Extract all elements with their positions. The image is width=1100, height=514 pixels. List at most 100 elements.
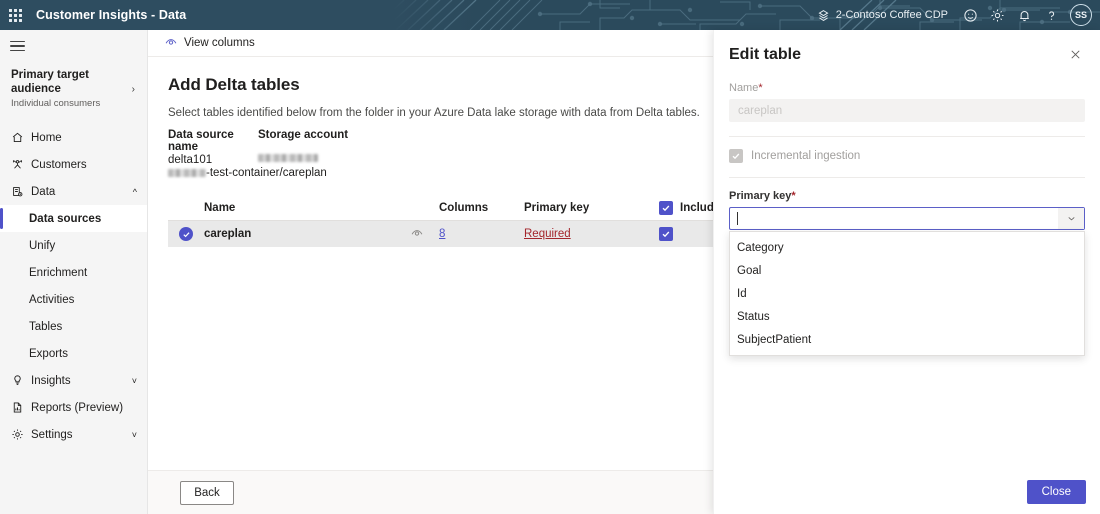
sidebar-item-data-sources[interactable]: Data sources: [0, 205, 147, 232]
audience-title: Primary target audience: [11, 69, 89, 95]
meta-col-data-source-name: Data source name: [168, 129, 234, 153]
chevron-down-icon: ˅: [131, 375, 137, 386]
primary-key-dropdown-list: Category Goal Id Status SubjectPatient: [729, 231, 1085, 356]
sidebar-item-insights[interactable]: Insights ˅: [0, 367, 147, 394]
feedback-icon[interactable]: [957, 2, 983, 28]
chevron-down-icon[interactable]: [1058, 208, 1084, 229]
app-root: Customer Insights - Data 2-Contoso Coffe…: [0, 0, 1100, 514]
primary-key-field-label: Primary key*: [729, 190, 1085, 202]
row-primary-key-link[interactable]: Required: [524, 228, 571, 240]
sidebar-item-label: Tables: [29, 320, 63, 333]
name-label-text: Name: [729, 82, 759, 94]
panel-header: Edit table: [714, 30, 1100, 68]
avatar[interactable]: SS: [1070, 4, 1092, 26]
chevron-down-icon: ˅: [131, 429, 137, 440]
primary-key-label-text: Primary key: [729, 190, 792, 202]
dropdown-option-goal[interactable]: Goal: [730, 259, 1084, 282]
sidebar-item-label: Activities: [29, 293, 75, 306]
back-button[interactable]: Back: [180, 480, 234, 505]
eye-icon: [410, 226, 424, 243]
chevron-right-icon: ›: [131, 83, 135, 95]
sidebar-item-data[interactable]: Data ^: [0, 178, 147, 205]
dropdown-option-category[interactable]: Category: [730, 236, 1084, 259]
primary-key-input[interactable]: [729, 207, 1085, 230]
sidebar-item-tables[interactable]: Tables: [0, 313, 147, 340]
include-header-checkbox[interactable]: [659, 200, 673, 215]
bell-icon[interactable]: [1011, 2, 1037, 28]
lightbulb-icon: [11, 374, 31, 387]
row-columns-cell: 8: [439, 228, 524, 240]
sidebar-item-label: Settings: [31, 428, 73, 441]
row-include-checkbox[interactable]: [659, 227, 673, 241]
chevron-up-icon: ^: [132, 186, 137, 197]
sidebar-item-label: Customers: [31, 158, 87, 171]
row-primary-key-cell: Required: [524, 228, 659, 240]
audience-subtitle: Individual consumers: [11, 98, 101, 109]
text-cursor: [737, 212, 738, 225]
waffle-icon: [8, 8, 22, 22]
sidebar-item-label: Data sources: [29, 212, 102, 225]
sidebar-item-customers[interactable]: Customers: [0, 151, 147, 178]
app-launcher-button[interactable]: [0, 0, 30, 30]
nav-menu-toggle-button[interactable]: [0, 30, 40, 62]
customers-icon: [11, 158, 31, 171]
panel-title: Edit table: [729, 46, 802, 63]
incremental-ingestion-checkbox: [729, 149, 743, 163]
dropdown-option-id[interactable]: Id: [730, 282, 1084, 305]
dropdown-option-status[interactable]: Status: [730, 305, 1084, 328]
close-icon[interactable]: [1065, 46, 1086, 68]
meta-path-suffix: -test-container/careplan: [206, 167, 327, 179]
sidebar-item-reports[interactable]: Reports (Preview): [0, 394, 147, 421]
panel-body: Name* careplan Incremental ingestion Pri…: [714, 68, 1100, 356]
sidebar-item-unify[interactable]: Unify: [0, 232, 147, 259]
close-button[interactable]: Close: [1026, 480, 1086, 504]
incremental-ingestion-row: Incremental ingestion: [729, 149, 1085, 163]
sidebar-item-settings[interactable]: Settings ˅: [0, 421, 147, 448]
primary-target-audience-selector[interactable]: Primary target audience Individual consu…: [0, 62, 147, 118]
home-icon: [11, 131, 31, 144]
sidebar-nav-list: Home Customers Data ^ Data sources Unify…: [0, 124, 147, 448]
eye-icon: [164, 35, 178, 52]
page-footer: Back: [148, 470, 713, 514]
gear-icon: [11, 428, 31, 441]
row-select-cell: [168, 227, 204, 241]
incremental-ingestion-label: Incremental ingestion: [751, 150, 861, 162]
row-columns-link[interactable]: 8: [439, 228, 445, 240]
panel-divider: [729, 136, 1085, 137]
view-columns-button[interactable]: View columns: [158, 33, 261, 54]
sidebar-item-label: Insights: [31, 374, 71, 387]
sidebar-item-enrichment[interactable]: Enrichment: [0, 259, 147, 286]
row-preview-button[interactable]: [394, 226, 439, 243]
app-header: Customer Insights - Data 2-Contoso Coffe…: [0, 0, 1100, 30]
meta-path-prefix-redacted: [168, 168, 206, 177]
header-columns: Columns: [439, 201, 489, 214]
meta-data-source-name: delta101: [168, 154, 213, 166]
help-icon[interactable]: [1038, 2, 1064, 28]
required-mark: *: [791, 190, 796, 202]
required-mark: *: [758, 82, 763, 94]
primary-key-combobox-wrapper: Category Goal Id Status SubjectPatient: [729, 207, 1085, 356]
header-actions: 2-Contoso Coffee CDP SS: [809, 0, 1094, 30]
name-input: careplan: [729, 99, 1085, 122]
view-columns-label: View columns: [184, 37, 255, 49]
environment-selector[interactable]: 2-Contoso Coffee CDP: [809, 2, 956, 28]
row-selected-checkmark[interactable]: [179, 227, 193, 241]
report-icon: [11, 401, 31, 414]
edit-table-panel: Edit table Name* careplan Incremental in…: [713, 30, 1100, 514]
dropdown-option-subjectpatient[interactable]: SubjectPatient: [730, 328, 1084, 351]
sidebar-item-home[interactable]: Home: [0, 124, 147, 151]
header-primary-key: Primary key: [524, 201, 590, 214]
sidebar-item-label: Enrichment: [29, 266, 88, 279]
panel-footer: Close: [714, 470, 1100, 514]
sidebar-item-exports[interactable]: Exports: [0, 340, 147, 367]
gear-icon[interactable]: [984, 2, 1010, 28]
data-icon: [11, 185, 31, 198]
header-name: Name: [204, 201, 236, 214]
sidebar-item-activities[interactable]: Activities: [0, 286, 147, 313]
panel-divider-2: [729, 177, 1085, 178]
hamburger-icon: [10, 38, 25, 54]
row-name: careplan: [204, 228, 252, 240]
sidebar-item-label: Unify: [29, 239, 56, 252]
name-field-label: Name*: [729, 82, 1085, 94]
sidebar-item-label: Reports (Preview): [31, 401, 124, 414]
